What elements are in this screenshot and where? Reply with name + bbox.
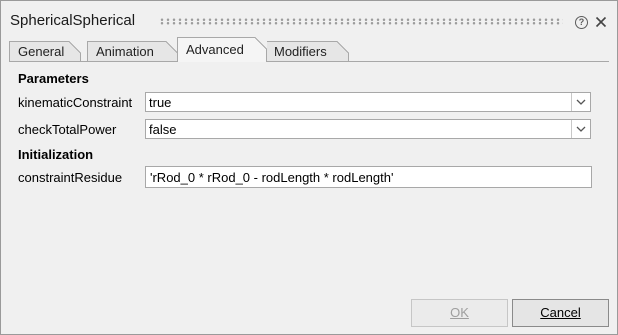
initialization-header: Initialization [18,147,94,162]
dialog-window: SphericalSpherical ? General Animation A… [0,0,618,335]
tab-modifiers[interactable]: Modifiers [265,41,349,61]
tab-label: Modifiers [274,44,327,59]
close-icon[interactable] [595,16,607,28]
kinematic-constraint-select[interactable]: true [145,92,591,112]
drag-handle[interactable] [159,18,563,25]
tab-label: Animation [96,44,154,59]
kinematic-constraint-dropdown-button[interactable] [571,93,590,111]
tab-animation[interactable]: Animation [87,41,178,61]
check-total-power-dropdown-button[interactable] [571,120,590,138]
chevron-down-icon [576,126,586,132]
constraint-residue-input[interactable] [145,166,592,188]
parameters-header: Parameters [18,71,89,86]
check-total-power-label: checkTotalPower [18,122,117,137]
tab-divider [9,61,609,62]
check-total-power-value: false [149,122,177,137]
tab-label: Advanced [186,42,244,57]
title-bar[interactable]: SphericalSpherical ? [1,1,617,37]
window-title: SphericalSpherical [10,12,136,29]
help-icon[interactable]: ? [575,16,588,29]
chevron-down-icon [576,99,586,105]
check-total-power-select[interactable]: false [145,119,591,139]
ok-button[interactable]: OK [411,299,508,327]
kinematic-constraint-value: true [149,95,172,110]
cancel-button[interactable]: Cancel [512,299,609,327]
tab-general[interactable]: General [9,41,81,61]
kinematic-constraint-label: kinematicConstraint [18,95,133,110]
tab-label: General [18,44,65,59]
constraint-residue-label: constraintResidue [18,170,123,185]
tab-bar: General Animation Advanced Modifiers [9,37,609,62]
tab-advanced[interactable]: Advanced [177,37,267,62]
